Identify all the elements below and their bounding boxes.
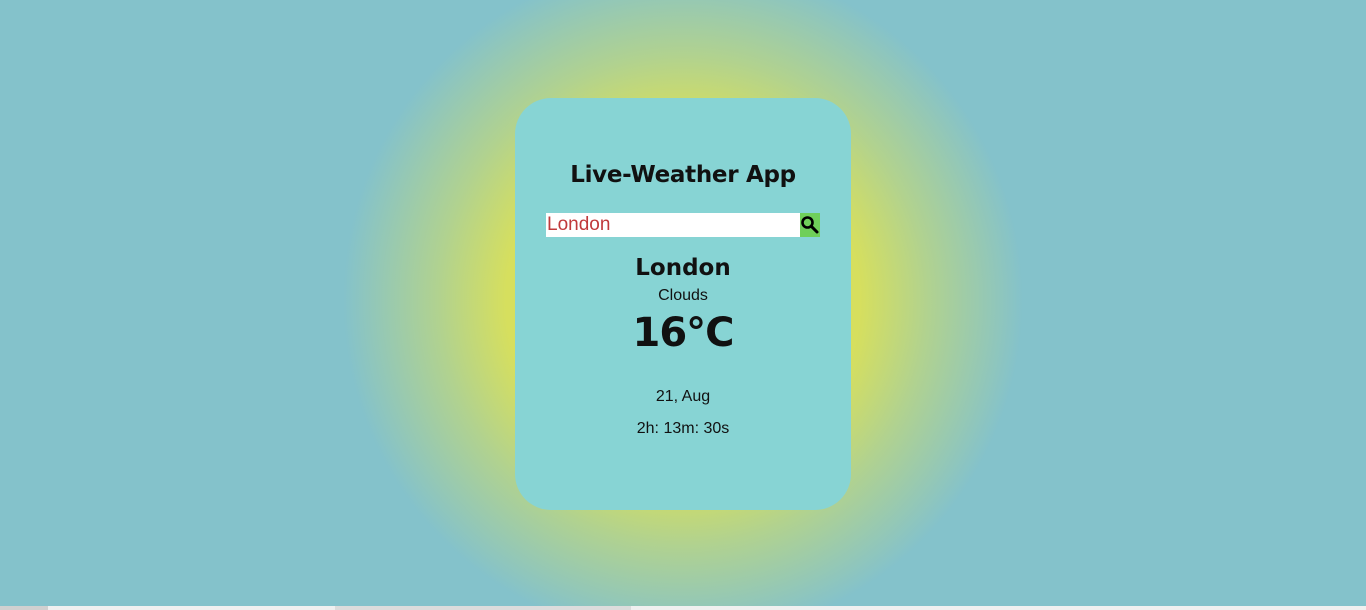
search-icon [801, 216, 819, 234]
city-search-input[interactable] [546, 213, 800, 237]
date-text: 21, Aug [655, 388, 711, 405]
temperature-unit: °C [686, 310, 734, 356]
bottom-bar-segment [335, 606, 631, 610]
temperature-value: 16 [632, 310, 687, 356]
temperature: 16°C [515, 310, 851, 356]
weather-card: Live-Weather App London Clouds 16°C 21, … [515, 98, 851, 510]
bottom-bar-segment [0, 606, 48, 610]
time-text: 2h: 13m: 30s [636, 420, 730, 437]
app-title: Live-Weather App [570, 162, 796, 188]
search-button[interactable] [800, 213, 820, 237]
bottom-bar [0, 606, 1366, 610]
city-name: London [635, 255, 731, 281]
weather-condition: Clouds [658, 287, 708, 304]
